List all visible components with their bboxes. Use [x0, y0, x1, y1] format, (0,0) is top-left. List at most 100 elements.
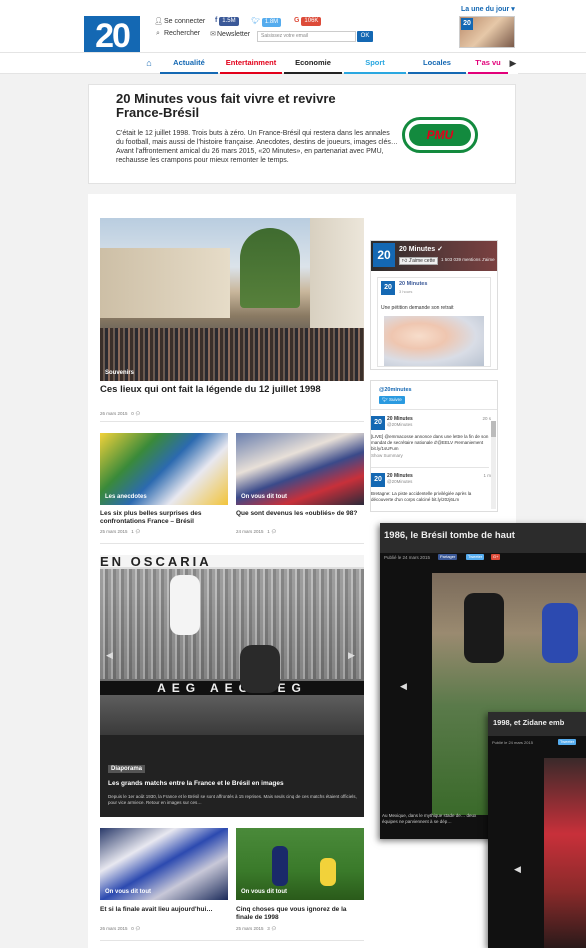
prev-arrow-icon[interactable]: ◀	[400, 681, 407, 692]
twitter-share-button[interactable]: Tweeter	[558, 739, 577, 745]
nav-underline	[344, 72, 406, 74]
tweet-time: 20 s	[482, 416, 491, 421]
main-nav: ⌂ Actualité Entertainment Economie Sport…	[0, 52, 586, 74]
divider	[100, 543, 364, 544]
search-link[interactable]: ⌕ Rechercher	[154, 30, 200, 38]
facebook-like-button[interactable]: 👍︎ J'aime cette	[399, 257, 439, 265]
article-comments-count: 1	[131, 529, 134, 534]
twitter-count-badge: 1.8M	[261, 18, 282, 27]
article-image-oublies[interactable]: On vous dit tout	[236, 433, 364, 505]
newsletter-label: Newsletter	[217, 31, 251, 38]
twitter-follow-button[interactable]: 🐦︎ Suivre	[379, 396, 405, 404]
newsletter-input[interactable]: Saisissez votre email	[257, 31, 356, 42]
article-tag: On vous dit tout	[241, 889, 287, 895]
article-image-cinq-choses[interactable]: On vous dit tout	[236, 828, 364, 900]
article-title-cinq-choses[interactable]: Cinq choses que vous ignorez de la final…	[236, 906, 364, 922]
nav-item-actualite[interactable]: Actualité	[160, 53, 218, 74]
nav-item-sport[interactable]: Sport	[344, 53, 406, 74]
article-title-oublies[interactable]: Que sont devenus les «oubliés» de 98?	[236, 510, 364, 518]
main-article-title[interactable]: Ces lieux qui ont fait la légende du 12 …	[100, 384, 362, 395]
article-image-finale[interactable]: On vous dit tout	[100, 828, 228, 900]
twitter-handle[interactable]: @20minutes	[379, 387, 412, 393]
promo-title: 20 Minutes vous fait vivre et revivre Fr…	[116, 91, 336, 120]
facebook-post[interactable]: 20 20 Minutes 3 hours Une pétition deman…	[377, 277, 491, 367]
newsletter-link[interactable]: ✉Newsletter	[209, 30, 250, 38]
prev-arrow-icon[interactable]: ◀	[514, 864, 521, 875]
nav-underline	[220, 72, 282, 74]
facebook-count[interactable]: f 1.5M	[215, 17, 239, 26]
popup-photo	[544, 758, 586, 948]
article-meta: 25 mars 2015 3 💬︎	[236, 926, 277, 932]
nav-label: T'as vu	[475, 58, 501, 67]
scrollbar-thumb[interactable]	[491, 421, 496, 437]
facebook-page-logo: 20	[373, 243, 395, 267]
nav-item-entertainment[interactable]: Entertainment	[220, 53, 282, 74]
nav-underline	[160, 72, 218, 74]
diaporama-slideshow[interactable]: EN OSCARIA AEG AEG AEG ◀ ▶ Diaporama Les…	[100, 555, 364, 817]
article-image-surprises[interactable]: Les anecdotes	[100, 433, 228, 505]
twitter-share-button[interactable]: Tweeter	[466, 554, 485, 560]
facebook-post-image	[384, 316, 484, 366]
player-shape	[272, 846, 288, 886]
nav-label: Actualité	[173, 58, 205, 67]
diaporama-photo: EN OSCARIA AEG AEG AEG	[100, 555, 364, 735]
facebook-cover: 20 20 Minutes ✓ 👍︎ J'aime cette 1 503 03…	[371, 241, 497, 271]
une-du-jour-link[interactable]: La une du jour ▾	[461, 5, 515, 13]
article-tag: On vous dit tout	[105, 889, 151, 895]
tweet-show-summary[interactable]: Show Summary	[371, 453, 403, 459]
page: 20 minutes 👤︎ Se connecter ⌕ Rechercher …	[0, 0, 586, 948]
diaporama-title[interactable]: Les grands matchs entre la France et le …	[108, 780, 358, 788]
divider	[100, 940, 364, 941]
tweet-text: [LIVE] @emmacosse annonce dans une lettr…	[371, 434, 489, 451]
facebook-page-name[interactable]: 20 Minutes ✓	[399, 245, 443, 253]
divider	[371, 409, 497, 410]
popup-meta: Publié le 24 mars 2015	[384, 555, 431, 560]
une-du-jour-thumbnail[interactable]: 20	[459, 16, 515, 48]
prev-arrow-icon[interactable]: ◀	[106, 650, 113, 661]
facebook-post-avatar: 20	[381, 281, 395, 295]
article-title-surprises[interactable]: Les six plus belles surprises des confro…	[100, 510, 228, 526]
facebook-post-time: 3 hours	[399, 289, 413, 294]
slideshow-popup-1998[interactable]: 1998, et Zidane emb Publié le 24 mars 20…	[488, 712, 586, 948]
building-shape	[100, 248, 230, 318]
chevron-down-icon: ▾	[511, 6, 515, 13]
logo-number: 20	[95, 17, 131, 55]
twitter-widget: @20minutes 🐦︎ Suivre 20 20 Minutes @20Mi…	[370, 380, 498, 512]
nav-item-economie[interactable]: Economie	[284, 53, 342, 74]
home-icon[interactable]: ⌂	[142, 57, 156, 70]
facebook-post-text: Une pétition demande son retrait	[381, 305, 454, 311]
crowd-shape	[100, 328, 364, 381]
player-shape	[320, 858, 336, 886]
article-comments-count: 0	[131, 411, 134, 416]
newsletter-ok-button[interactable]: OK	[357, 31, 373, 42]
comment-icon: 💬︎	[271, 529, 277, 534]
login-link[interactable]: 👤︎ Se connecter	[154, 17, 205, 25]
mini-logo: 20	[461, 18, 473, 30]
nav-item-locales[interactable]: Locales	[408, 53, 466, 74]
facebook-widget: 20 20 Minutes ✓ 👍︎ J'aime cette 1 503 03…	[370, 240, 498, 370]
popup-title: 1986, le Brésil tombe de haut	[380, 523, 586, 553]
tweet-avatar: 20	[371, 473, 385, 487]
twitter-scrollbar[interactable]	[491, 421, 496, 509]
tweet-text: Bretagne: La piste accidentelle privilég…	[371, 491, 472, 502]
comment-icon: 💬︎	[135, 926, 141, 931]
next-arrow-icon[interactable]: ▶	[348, 650, 355, 661]
main-article-image[interactable]: Souvenirs	[100, 218, 364, 381]
article-comments-count: 1	[267, 529, 270, 534]
nav-underline	[284, 72, 342, 74]
tweet-time: 1 m	[483, 473, 491, 478]
nav-item-tas-vu[interactable]: T'as vu	[468, 53, 508, 74]
nav-next-arrow-icon[interactable]: ▶	[508, 53, 518, 74]
twitter-count[interactable]: 🐦︎ 1.8M	[251, 17, 282, 27]
promo-text: C'était le 12 juillet 1998. Trois buts à…	[116, 130, 398, 164]
popup-caption: Au Mexique, dans le mythique stade de… d…	[382, 813, 477, 824]
facebook-share-button[interactable]: Partager	[438, 554, 458, 560]
player-shape	[170, 575, 200, 635]
article-title-finale[interactable]: Et si la finale avait lieu aujourd'hui…	[100, 906, 228, 914]
player-shape	[240, 645, 280, 693]
google-share-button[interactable]: G+	[491, 554, 501, 560]
article-tag: Les anecdotes	[105, 494, 147, 500]
pmu-logo[interactable]: PMU	[402, 117, 478, 153]
facebook-count-badge: 1.5M	[219, 17, 239, 26]
google-plus-count[interactable]: G 106K	[294, 17, 322, 26]
